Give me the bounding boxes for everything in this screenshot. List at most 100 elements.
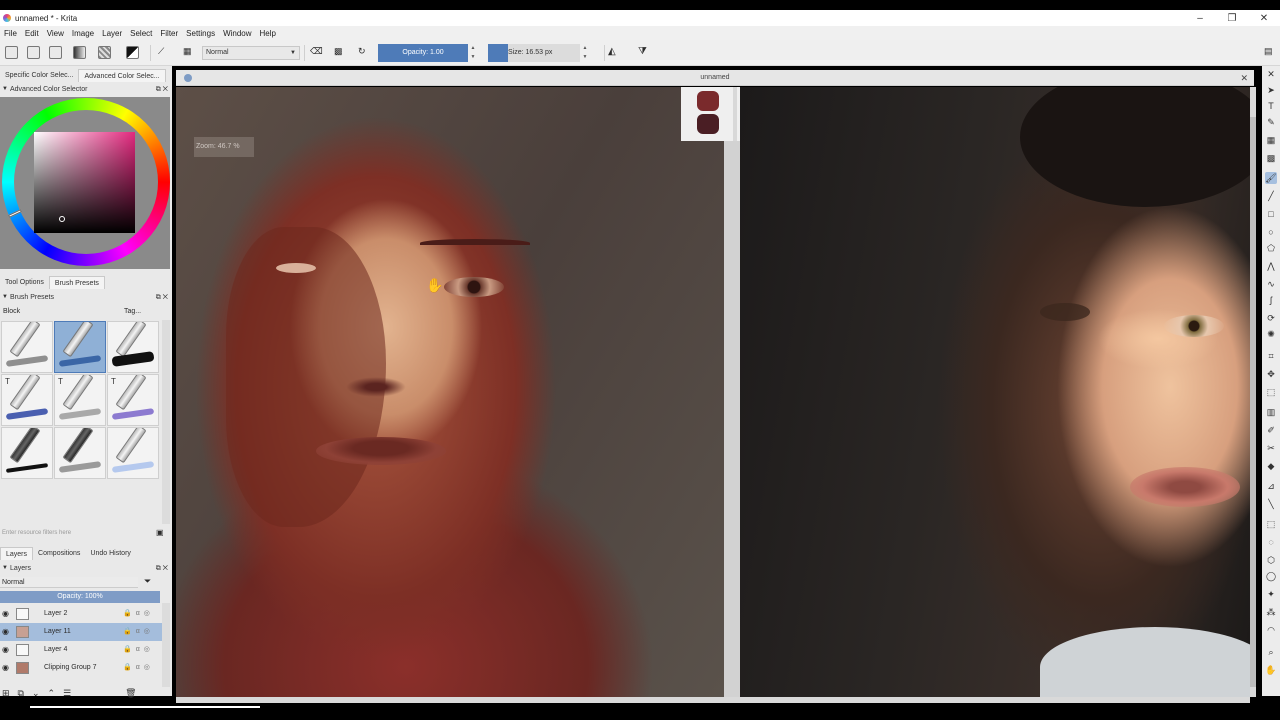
color-swap-icon[interactable] bbox=[126, 46, 139, 59]
add-layer-icon[interactable]: ⊞ bbox=[2, 688, 10, 699]
rectangle-icon[interactable]: □ bbox=[1265, 208, 1277, 220]
zoom-icon[interactable]: ⌕ bbox=[1265, 646, 1277, 658]
collapse-icon[interactable]: ▼ bbox=[2, 563, 8, 574]
poly-select-icon[interactable]: ⬡ bbox=[1265, 554, 1277, 566]
move-layer-down-icon[interactable]: ⌄ bbox=[32, 688, 40, 699]
dynamic-brush-icon[interactable]: ⟳ bbox=[1265, 312, 1277, 324]
docker-toggle-icon[interactable]: ▤ bbox=[1264, 46, 1277, 59]
brush-icon[interactable]: 🖌 bbox=[1265, 172, 1277, 184]
brush-preset[interactable] bbox=[1, 427, 53, 479]
canvas-area[interactable]: Zoom: 46.7 % ✋ bbox=[176, 87, 1250, 697]
pattern-icon[interactable]: ▩ bbox=[1265, 152, 1277, 164]
saturation-value-square[interactable] bbox=[34, 132, 135, 233]
layer-opacity-slider[interactable]: Opacity: 100% bbox=[0, 591, 160, 603]
duplicate-layer-icon[interactable]: ⧉ bbox=[18, 688, 24, 699]
pattern-preset-icon[interactable] bbox=[98, 46, 111, 59]
eye-icon[interactable]: ◉ bbox=[2, 663, 12, 673]
layer-row[interactable]: ◉ Clipping Group 7 🔒α◎ bbox=[0, 659, 162, 677]
menu-window[interactable]: Window bbox=[219, 29, 255, 38]
measure-icon[interactable]: ⊿ bbox=[1265, 480, 1277, 492]
brush-scrollbar[interactable] bbox=[162, 320, 170, 524]
layer-flags-icon[interactable]: 🔒α◎ bbox=[123, 659, 154, 677]
mirror-vertical-icon[interactable]: ⧩ bbox=[638, 46, 651, 59]
eye-icon[interactable]: ◉ bbox=[2, 645, 12, 655]
tab-tool-options[interactable]: Tool Options bbox=[0, 276, 49, 289]
brush-tag-select[interactable]: Tag... bbox=[124, 306, 141, 318]
tab-advanced-color-selector[interactable]: Advanced Color Selec... bbox=[78, 69, 166, 82]
collapse-icon[interactable]: ▼ bbox=[2, 84, 8, 95]
layer-flags-icon[interactable]: 🔒α◎ bbox=[123, 641, 154, 659]
tab-layers[interactable]: Layers bbox=[0, 547, 34, 560]
brush-preset[interactable] bbox=[107, 321, 159, 373]
pan-icon[interactable]: ✋ bbox=[1265, 664, 1277, 676]
gradient-preset-icon[interactable] bbox=[73, 46, 86, 59]
brush-preset[interactable] bbox=[54, 427, 106, 479]
size-slider[interactable]: Size: 16.53 px bbox=[488, 44, 580, 62]
lasso-icon[interactable]: ◯ bbox=[1265, 570, 1277, 582]
brush-preset[interactable] bbox=[107, 427, 159, 479]
blend-mode-select[interactable]: Normal ▼ bbox=[202, 46, 300, 60]
close-icon[interactable]: ✕ bbox=[1248, 10, 1280, 26]
picker-icon[interactable]: ✐ bbox=[1265, 424, 1277, 436]
menu-layer[interactable]: Layer bbox=[98, 29, 126, 38]
ellipse-select-icon[interactable]: ◌ bbox=[1265, 536, 1277, 548]
layer-properties-icon[interactable]: ☰ bbox=[63, 688, 71, 699]
mirror-horizontal-icon[interactable]: ◭ bbox=[608, 46, 621, 59]
line-measure-icon[interactable]: ╲ bbox=[1265, 498, 1277, 510]
pen-icon[interactable]: ✎ bbox=[1265, 116, 1277, 128]
minimize-icon[interactable]: – bbox=[1184, 10, 1216, 26]
line-icon[interactable]: ╱ bbox=[1265, 190, 1277, 202]
maximize-icon[interactable]: ❐ bbox=[1216, 10, 1248, 26]
assistant-icon[interactable]: ✂ bbox=[1265, 442, 1277, 454]
rect-select-icon[interactable]: ⬚ bbox=[1265, 518, 1277, 530]
tab-compositions[interactable]: Compositions bbox=[33, 547, 85, 560]
gradient-icon[interactable]: ▥ bbox=[1265, 406, 1277, 418]
layer-filter-icon[interactable]: ⏷ bbox=[144, 576, 151, 587]
opacity-slider[interactable]: Opacity: 1.00 bbox=[378, 44, 468, 62]
layer-row[interactable]: ◉ Layer 4 🔒α◎ bbox=[0, 641, 162, 659]
eye-icon[interactable]: ◉ bbox=[2, 609, 12, 619]
text-icon[interactable]: T bbox=[1265, 100, 1277, 112]
polyline-icon[interactable]: ⋀ bbox=[1265, 260, 1277, 272]
tab-brush-presets[interactable]: Brush Presets bbox=[48, 276, 105, 289]
collapse-icon[interactable]: ▼ bbox=[2, 292, 8, 303]
layers-scrollbar[interactable] bbox=[162, 603, 170, 687]
preserve-alpha-icon[interactable]: ▩ bbox=[334, 46, 347, 59]
bezier-icon[interactable]: ∿ bbox=[1265, 278, 1277, 290]
brush-preset[interactable] bbox=[1, 321, 53, 373]
menu-filter[interactable]: Filter bbox=[156, 29, 182, 38]
contiguous-select-icon[interactable]: ✦ bbox=[1265, 588, 1277, 600]
select-icon[interactable]: ➤ bbox=[1265, 84, 1277, 96]
menu-image[interactable]: Image bbox=[68, 29, 98, 38]
menu-view[interactable]: View bbox=[43, 29, 68, 38]
layer-flags-icon[interactable]: 🔒α◎ bbox=[123, 605, 154, 623]
crop-icon[interactable]: ⌗ bbox=[1265, 350, 1277, 362]
menu-select[interactable]: Select bbox=[126, 29, 156, 38]
canvas-vertical-scrollbar[interactable] bbox=[1250, 87, 1256, 697]
similar-select-icon[interactable]: ⁂ bbox=[1265, 606, 1277, 618]
brush-filter-select[interactable]: Block bbox=[0, 306, 118, 318]
document-tab[interactable]: unnamed ✕ bbox=[176, 70, 1254, 86]
bezier-select-icon[interactable]: ◠ bbox=[1265, 624, 1277, 636]
new-document-icon[interactable] bbox=[5, 46, 18, 59]
brush-editor-icon[interactable]: ⟋ bbox=[158, 46, 171, 59]
move-icon[interactable]: ✥ bbox=[1265, 368, 1277, 380]
ellipse-icon[interactable]: ○ bbox=[1265, 226, 1277, 238]
tab-specific-color-selector[interactable]: Specific Color Selec... bbox=[0, 69, 78, 82]
color-cursor[interactable] bbox=[59, 216, 65, 222]
layer-row[interactable]: ◉ Layer 2 🔒α◎ bbox=[0, 605, 162, 623]
polygon-icon[interactable]: ⬠ bbox=[1265, 242, 1277, 254]
layer-flags-icon[interactable]: 🔒α◎ bbox=[123, 623, 154, 641]
brush-preset[interactable]: T bbox=[1, 374, 53, 426]
menu-edit[interactable]: Edit bbox=[21, 29, 43, 38]
brush-preset[interactable] bbox=[54, 321, 106, 373]
float-close-icon[interactable]: ⧉ ✕ bbox=[156, 292, 168, 303]
save-filter-icon[interactable]: ▣ bbox=[156, 528, 164, 537]
layer-row[interactable]: ◉ Layer 11 🔒α◎ bbox=[0, 623, 162, 641]
eye-icon[interactable]: ◉ bbox=[2, 627, 12, 637]
float-close-icon[interactable]: ⧉ ✕ bbox=[156, 563, 168, 574]
transform-icon[interactable]: ⬚ bbox=[1265, 386, 1277, 398]
menu-settings[interactable]: Settings bbox=[182, 29, 219, 38]
open-document-icon[interactable] bbox=[27, 46, 40, 59]
eraser-mode-icon[interactable]: ⌫ bbox=[310, 46, 323, 59]
